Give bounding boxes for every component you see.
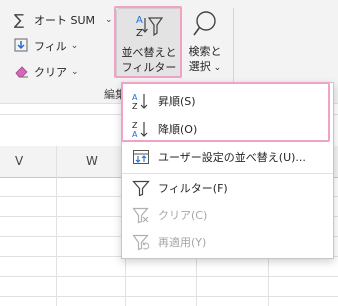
column-header-w[interactable]: W xyxy=(86,154,98,168)
sigma-icon: ∑ xyxy=(14,11,25,29)
find-select-label-1: 検索と xyxy=(188,45,222,58)
menu-item-reapply[interactable]: 再適用(Y) xyxy=(122,228,333,256)
clear-button[interactable]: クリア ⌄ xyxy=(14,62,79,82)
row-gridline xyxy=(0,276,338,277)
autosum-button[interactable]: ∑ オート SUM ⌄ xyxy=(14,10,113,30)
fill-label: フィル xyxy=(34,40,67,53)
eraser-icon xyxy=(14,64,30,80)
clear-label: クリア xyxy=(34,66,67,79)
menu-item-custom-sort[interactable]: ユーザー設定の並べ替え(U)... xyxy=(122,143,333,171)
autosum-label: オート SUM xyxy=(34,14,96,27)
fill-button[interactable]: フィル ⌄ xyxy=(14,36,78,56)
menu-item-label: ユーザー設定の並べ替え(U)... xyxy=(158,151,306,164)
menu-item-label: クリア(C) xyxy=(158,209,208,222)
magnifier-icon xyxy=(192,10,218,43)
sort-items-highlight xyxy=(121,82,330,142)
custom-sort-icon xyxy=(130,146,152,168)
chevron-down-icon: ⌄ xyxy=(210,63,222,73)
reapply-icon xyxy=(130,231,152,253)
row-gridline xyxy=(0,296,338,297)
menu-item-label: 再適用(Y) xyxy=(158,236,207,249)
find-select-label-2: 選択 ⌄ xyxy=(188,60,222,73)
chevron-down-icon: ⌄ xyxy=(105,15,113,25)
menu-item-label: フィルター(F) xyxy=(158,182,228,195)
menu-item-filter[interactable]: フィルター(F) xyxy=(122,174,333,202)
column-gridline xyxy=(56,146,57,306)
chevron-down-icon: ⌄ xyxy=(71,67,79,77)
fill-icon xyxy=(14,38,30,54)
find-select-button[interactable]: 検索と 選択 ⌄ xyxy=(184,8,226,76)
clear-filter-icon xyxy=(130,204,152,226)
column-header-v[interactable]: V xyxy=(15,154,23,168)
filter-icon xyxy=(130,177,152,199)
menu-item-clear[interactable]: クリア(C) xyxy=(122,201,333,229)
sort-filter-highlight xyxy=(114,6,182,78)
chevron-down-icon: ⌄ xyxy=(70,41,79,51)
